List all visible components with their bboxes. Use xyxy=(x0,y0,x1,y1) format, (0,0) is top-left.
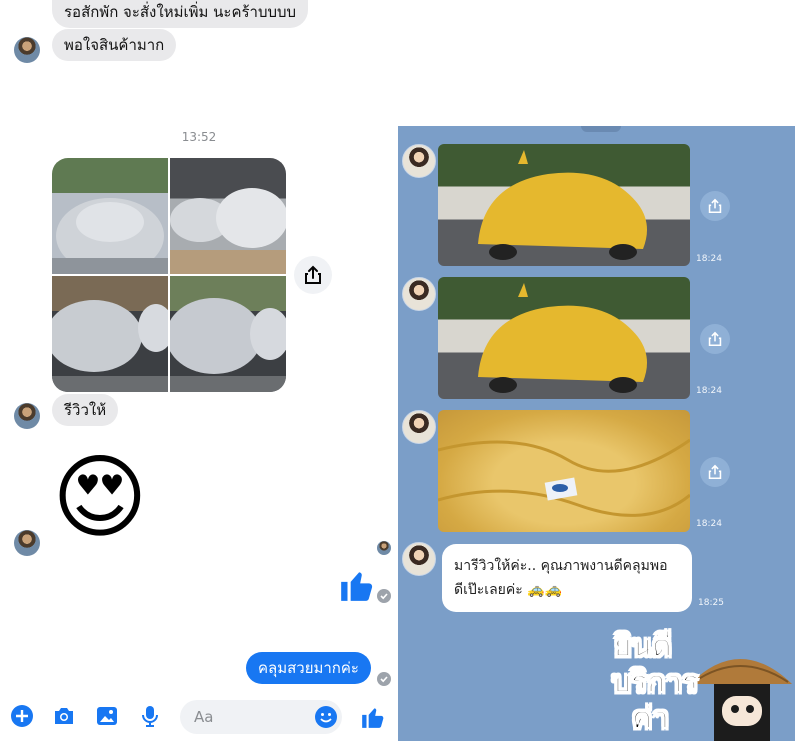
plus-icon[interactable] xyxy=(10,704,34,728)
message-time: 18:24 xyxy=(696,519,722,529)
avatar[interactable] xyxy=(402,410,436,444)
line-chat: 18:24 18:24 18:24 มารีวิวให้ค่ะ.. คุณภาพ… xyxy=(398,126,795,741)
message-input[interactable]: Aa xyxy=(180,700,342,734)
share-icon xyxy=(708,198,722,213)
chat-timestamp: 13:52 xyxy=(181,130,217,144)
message-time: 18:25 xyxy=(698,598,724,608)
gallery-icon[interactable] xyxy=(95,704,119,728)
share-icon xyxy=(305,265,321,284)
share-button[interactable] xyxy=(700,324,730,354)
sticker-word: บริการ xyxy=(611,665,699,700)
delivered-check-icon xyxy=(377,672,391,686)
taxi-emoji: 🚕🚕 xyxy=(527,582,563,598)
avatar[interactable] xyxy=(14,37,40,63)
welcome-sticker: ยินดี บริการ ค่า xyxy=(610,626,795,741)
avatar[interactable] xyxy=(402,277,436,311)
message-bubble: รีวิวให้ xyxy=(52,394,119,426)
emoji-icon[interactable] xyxy=(314,705,338,729)
car-cover-photo[interactable] xyxy=(52,158,168,274)
avatar[interactable] xyxy=(14,403,40,429)
avatar[interactable] xyxy=(14,530,40,556)
thumbs-up-icon xyxy=(341,572,373,601)
share-icon xyxy=(708,464,722,479)
yellow-cover-photo[interactable] xyxy=(438,277,690,399)
message-text: ดีเป๊ะเลยค่ะ 🚕🚕 xyxy=(454,582,563,598)
yellow-cover-closeup-photo[interactable] xyxy=(438,410,690,532)
heart-eyes-sticker: 😍 xyxy=(52,444,148,551)
sent-message-bubble: คลุมสวยมากค่ะ xyxy=(246,652,371,684)
microphone-icon[interactable] xyxy=(138,704,162,728)
avatar[interactable] xyxy=(402,144,436,178)
avatar[interactable] xyxy=(402,542,436,576)
car-cover-photo[interactable] xyxy=(170,276,286,392)
message-bubble: พอใจสินค้ามาก xyxy=(52,29,177,61)
sticker-word: ค่า xyxy=(632,701,670,736)
share-icon xyxy=(708,331,722,346)
seen-avatar xyxy=(377,541,391,555)
car-cover-photo[interactable] xyxy=(170,158,286,274)
message-input-placeholder: Aa xyxy=(194,708,214,726)
yellow-cover-photo[interactable] xyxy=(438,144,690,266)
message-text: มารีวิวให้ค่ะ.. คุณภาพงานดีคลุมพอ xyxy=(454,558,668,574)
share-button[interactable] xyxy=(294,256,332,294)
scroll-handle[interactable] xyxy=(581,126,621,132)
message-bubble: รอสักพัก จะสั่งใหม่เพิ่ม นะคร้าบบบบ xyxy=(52,0,309,28)
message-time: 18:24 xyxy=(696,254,722,264)
share-button[interactable] xyxy=(700,191,730,221)
delivered-check-icon xyxy=(377,589,391,603)
like-button-icon[interactable] xyxy=(360,704,386,730)
photo-grid[interactable] xyxy=(52,158,286,392)
car-cover-photo[interactable] xyxy=(52,276,168,392)
message-bubble: มารีวิวให้ค่ะ.. คุณภาพงานดีคลุมพอ ดีเป๊ะ… xyxy=(442,544,692,612)
share-button[interactable] xyxy=(700,457,730,487)
message-time: 18:24 xyxy=(696,386,722,396)
sticker-word: ยินดี xyxy=(614,629,673,664)
camera-icon[interactable] xyxy=(52,704,76,728)
